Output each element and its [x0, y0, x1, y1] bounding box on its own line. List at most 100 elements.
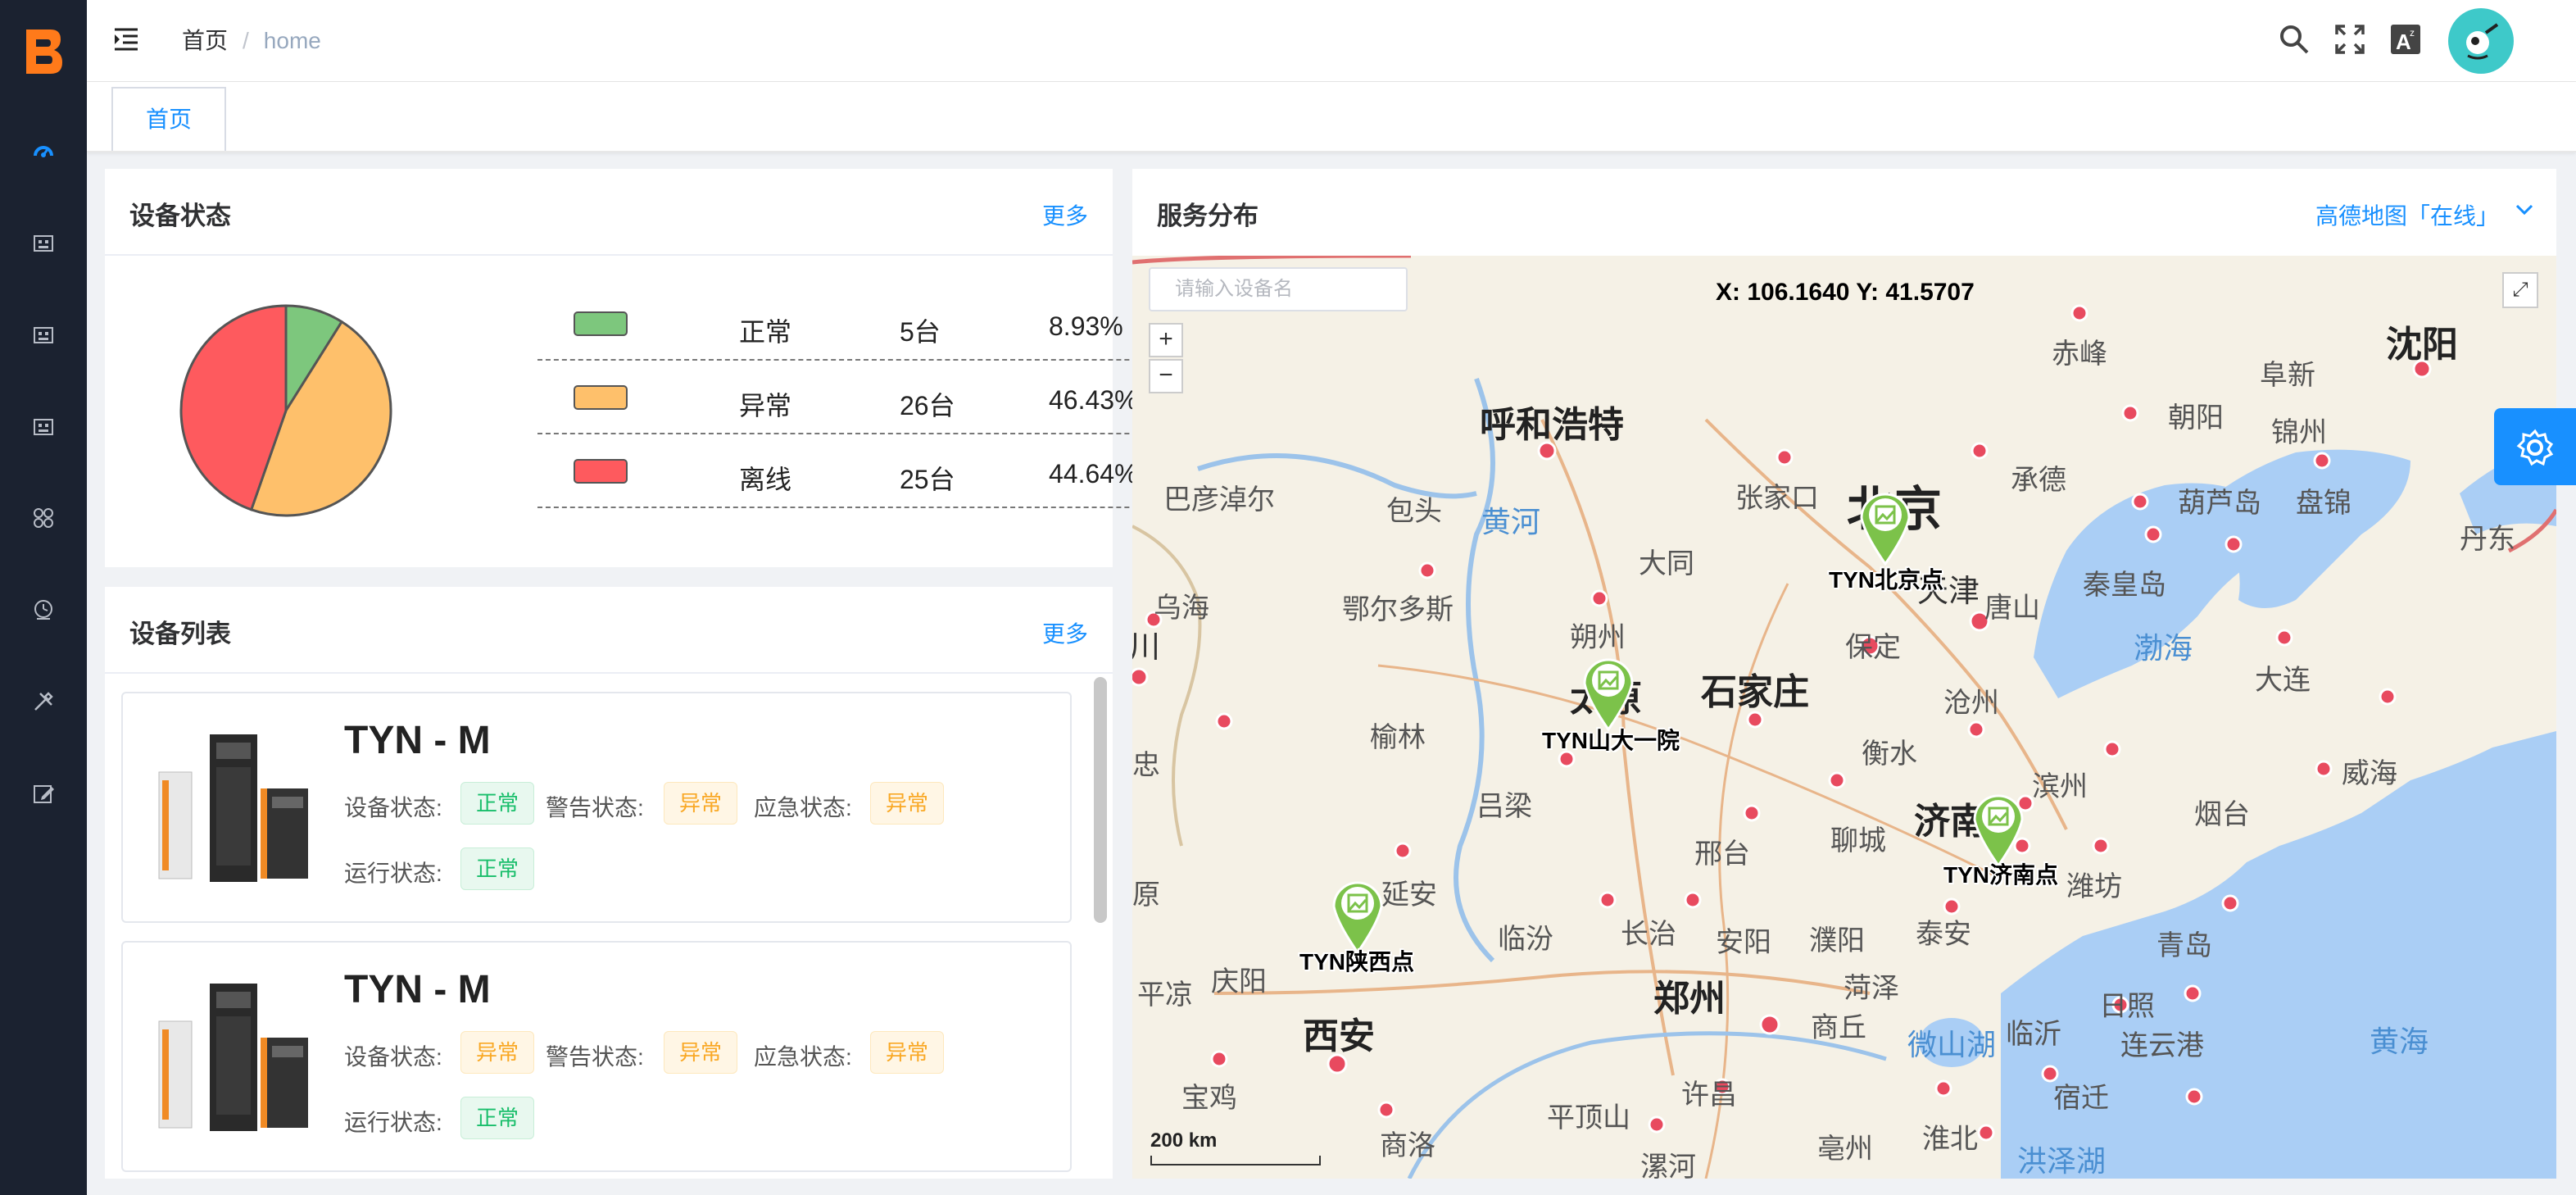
city-label: 包头 [1386, 496, 1442, 527]
device-status-title: 设备状态 [129, 202, 231, 230]
city-label: 朝阳 [2168, 402, 2224, 434]
status-badge: 异常 [870, 1031, 945, 1074]
legend-count: 5台 [900, 317, 941, 347]
city-label: 威海 [2342, 758, 2397, 789]
legend-row-normal: 正常 5台 8.93% [537, 287, 1186, 361]
city-label: 盘锦 [2296, 488, 2352, 519]
city-label: 宝鸡 [1181, 1083, 1237, 1114]
logo-icon[interactable] [21, 25, 66, 79]
legend-percent: 44.64% [1049, 459, 1138, 488]
emergency-status-label: 应急状态: [754, 1044, 852, 1070]
device-status-more-link[interactable]: 更多 [1042, 198, 1088, 231]
device-status-label: 设备状态: [344, 795, 442, 820]
monitor-icon[interactable] [30, 597, 57, 623]
city-label: 石家庄 [1701, 672, 1809, 712]
status-badge: 异常 [664, 782, 738, 825]
legend-name: 正常 [739, 317, 792, 347]
marker-label: TYN济南点 [1943, 862, 2059, 888]
avatar[interactable] [2448, 8, 2514, 74]
city-label: 长治 [1621, 919, 1676, 950]
city-label: 邢台 [1694, 838, 1750, 870]
city-label: 许昌 [1681, 1079, 1737, 1111]
device-status-label: 设备状态: [344, 1044, 442, 1070]
dashboard-icon[interactable] [30, 138, 57, 164]
components-icon[interactable] [30, 505, 57, 531]
city-label: 榆林 [1370, 722, 1426, 753]
breadcrumb: 首页 / home [182, 28, 321, 53]
building-icon[interactable] [30, 229, 57, 256]
device-image [158, 734, 308, 882]
tab-home[interactable]: 首页 [111, 87, 226, 151]
city-label: 安阳 [1716, 927, 1771, 958]
city-label: 临汾 [1498, 924, 1553, 955]
city-label: 沈阳 [2386, 325, 2458, 365]
map-marker-icon[interactable] [1329, 875, 1386, 954]
city-label: 烟台 [2194, 799, 2250, 830]
city-label: 聊城 [1830, 825, 1886, 856]
breadcrumb-current: home [263, 28, 321, 53]
map-marker-icon[interactable] [1970, 788, 2027, 867]
map-marker-icon[interactable] [1857, 487, 1914, 566]
status-badge: 正常 [460, 847, 535, 890]
city-label: 漯河 [1640, 1152, 1696, 1179]
city-label: 淮北 [1922, 1124, 1978, 1155]
legend-count: 25台 [900, 465, 955, 494]
city-label: 洪泽湖 [2017, 1144, 2107, 1178]
font-size-icon[interactable]: Az [2388, 21, 2424, 57]
city-label: 丹东 [2460, 524, 2515, 555]
top-navbar: 首页 / home Az [87, 0, 2576, 82]
device-list-more-link[interactable]: 更多 [1042, 616, 1088, 649]
service-map-card: 服务分布 高德地图「在线」 [1132, 169, 2556, 256]
city-label: 乌海 [1154, 593, 1209, 624]
tools-icon[interactable] [30, 688, 57, 715]
divider [105, 672, 1113, 674]
city-label: 郑州 [1653, 979, 1726, 1019]
building-icon[interactable] [30, 321, 57, 348]
city-label: 商洛 [1380, 1130, 1435, 1161]
status-badge: 异常 [460, 1031, 535, 1074]
tags-view: 首页 [87, 82, 2576, 152]
city-label: 临沂 [2006, 1019, 2061, 1050]
edit-doc-icon[interactable] [30, 780, 57, 807]
fullscreen-icon[interactable] [2332, 21, 2368, 57]
city-label: 滨州 [2032, 771, 2088, 802]
search-icon[interactable] [2276, 21, 2312, 57]
legend-percent: 8.93% [1049, 311, 1123, 341]
city-label: 濮阳 [1809, 925, 1865, 956]
city-label: 菏泽 [1844, 973, 1899, 1004]
device-card[interactable]: TYN - M 设备状态: 异常 警告状态: 异常 应急状态: 异常 运行状态:… [121, 941, 1072, 1172]
settings-button[interactable] [2494, 408, 2576, 485]
city-label: 张家口 [1735, 483, 1819, 514]
city-label: 青岛 [2156, 930, 2212, 961]
city-label: 川 [1132, 630, 1161, 665]
city-label: 宿迁 [2053, 1083, 2109, 1114]
map-marker-icon[interactable] [1580, 652, 1637, 731]
city-label: 鄂尔多斯 [1342, 594, 1454, 625]
city-label: 庆阳 [1211, 966, 1267, 997]
breadcrumb-home[interactable]: 首页 [182, 28, 228, 53]
city-label: 泰安 [1916, 919, 1971, 950]
city-label: 微山湖 [1907, 1028, 1997, 1061]
city-label: 秦皇岛 [2083, 570, 2166, 601]
city-label: 西安 [1303, 1016, 1375, 1056]
building-icon[interactable] [30, 413, 57, 439]
city-label: 大连 [2255, 665, 2311, 696]
chevron-down-icon[interactable] [2515, 203, 2533, 216]
emergency-status-label: 应急状态: [754, 795, 852, 820]
map-view[interactable]: 请输入设备名 X: 106.1640 Y: 41.5707 + − ⤢ 200 … [1132, 256, 2556, 1179]
svg-text:z: z [2410, 27, 2415, 39]
device-name: TYN - M [344, 719, 491, 762]
legend-swatch-normal [574, 311, 628, 336]
city-label: 原 [1132, 879, 1160, 911]
city-label: 巴彦淖尔 [1163, 484, 1275, 516]
city-label: 平凉 [1137, 979, 1193, 1011]
gear-icon [2516, 429, 2554, 466]
map-source-dropdown[interactable]: 高德地图「在线」 [2315, 198, 2499, 231]
city-label: 潍坊 [2066, 871, 2122, 902]
run-status-label: 运行状态: [344, 861, 442, 886]
city-label: 唐山 [1984, 593, 2040, 624]
menu-toggle-icon[interactable] [111, 25, 141, 54]
device-list-scrollbar[interactable] [1094, 677, 1107, 923]
legend-row-abnormal: 异常 26台 46.43% [537, 361, 1186, 434]
device-card[interactable]: TYN - M 设备状态: 正常 警告状态: 异常 应急状态: 异常 运行状态:… [121, 692, 1072, 923]
